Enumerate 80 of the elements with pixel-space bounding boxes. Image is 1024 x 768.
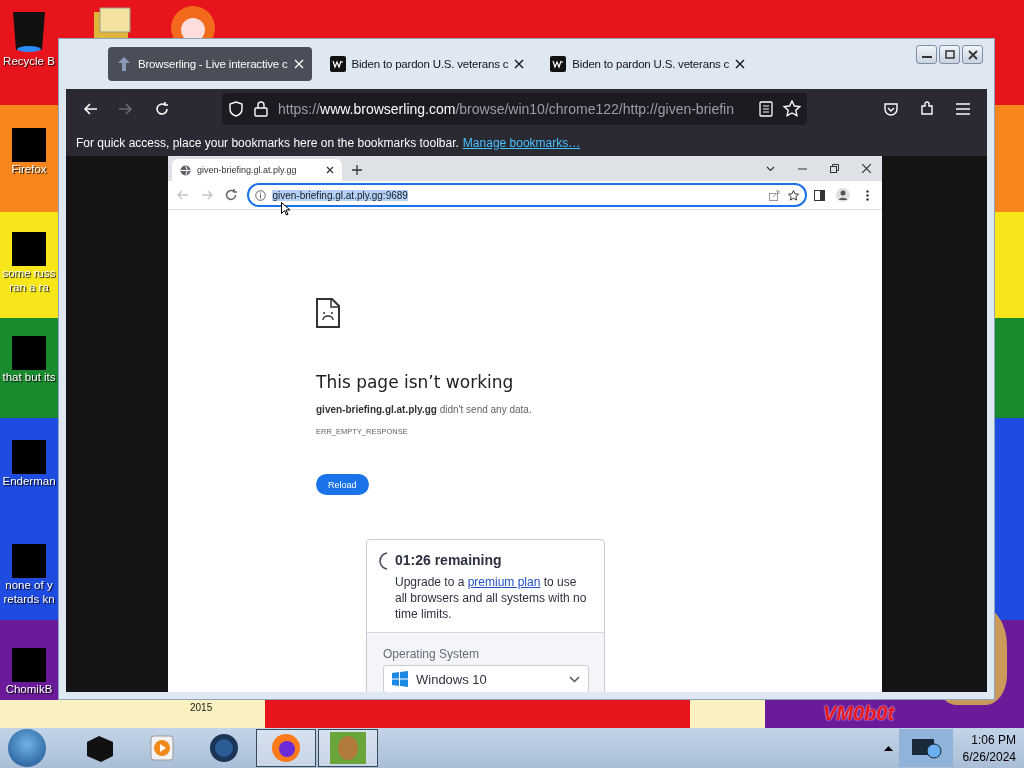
browser-tab[interactable]: Biden to pardon U.S. veterans c	[542, 47, 754, 81]
close-icon[interactable]	[735, 59, 746, 69]
clock-time[interactable]: 1:06 PM	[971, 732, 1016, 747]
desktop-icon-label[interactable]: retards kn	[3, 592, 55, 606]
address-bar[interactable]: https://www.browserling.com/browse/win10/chrome122/http://given-briefin	[222, 93, 807, 125]
network-button[interactable]	[898, 729, 953, 767]
reload-button[interactable]: Reload	[316, 474, 369, 495]
censor-block-icon	[12, 440, 46, 474]
desktop-icon-label[interactable]: Recycle B	[3, 54, 55, 68]
desktop-icon-label[interactable]: Enderman	[2, 474, 56, 488]
maximize-button[interactable]	[939, 45, 960, 64]
square-logo-icon	[329, 56, 346, 72]
taskbar-app-button[interactable]	[318, 729, 378, 767]
kebab-menu-icon	[865, 189, 869, 201]
premium-plan-link[interactable]: premium plan	[467, 575, 541, 589]
fox-globe-icon	[271, 733, 301, 763]
star-icon[interactable]	[787, 189, 799, 201]
info-icon	[255, 189, 267, 201]
manage-bookmarks-link[interactable]: Manage bookmarks…	[462, 135, 581, 150]
os-dropdown[interactable]: Windows 10	[383, 665, 589, 692]
box-icon	[85, 734, 115, 762]
share-icon[interactable]	[768, 189, 780, 201]
desktop-icon-label[interactable]: that but its	[2, 370, 56, 384]
error-heading: This page isn’t working	[316, 372, 514, 392]
square-logo-icon	[550, 56, 567, 72]
chevron-down-icon	[765, 165, 775, 172]
address-bar[interactable]: given-briefing.gl.at.ply.gg:9689	[247, 183, 807, 207]
url-text: given-briefing.gl.at.ply.gg:9689	[272, 189, 408, 201]
restore-icon	[829, 164, 839, 173]
windows-logo-icon	[392, 671, 408, 687]
censor-block-icon	[12, 232, 46, 266]
mouse-cursor-icon	[281, 202, 290, 216]
maximize-icon	[944, 50, 955, 59]
lock-icon	[254, 101, 268, 117]
os-label: Operating System	[383, 647, 481, 661]
wallpaper-text: 2015	[190, 702, 213, 715]
browser-tab[interactable]: given-briefing.gl.at.ply.gg	[172, 159, 342, 181]
forward-icon	[118, 101, 134, 117]
person-icon	[836, 188, 851, 202]
menu-icon	[955, 102, 971, 116]
browser-tab[interactable]: Biden to pardon U.S. veterans c	[321, 47, 533, 81]
arrow-logo-icon	[116, 56, 132, 72]
bookmarks-hint: For quick access, place your bookmarks here on the bookmarks toolbar.	[76, 135, 459, 150]
pocket-icon	[883, 101, 899, 117]
close-icon	[861, 164, 871, 173]
time-remaining: 01:26 remaining	[394, 552, 503, 568]
censor-block-icon	[12, 648, 46, 682]
chevron-down-icon	[569, 675, 580, 683]
taskbar-app-button[interactable]	[256, 729, 316, 767]
censor-block-icon	[12, 128, 46, 162]
close-icon[interactable]	[326, 166, 334, 174]
globe-icon	[180, 164, 191, 176]
browser-tab[interactable]: Browserling - Live interactive c	[108, 47, 312, 81]
puzzle-icon	[919, 101, 935, 117]
reload-icon	[154, 101, 170, 117]
back-icon	[82, 101, 98, 117]
plus-icon	[352, 165, 362, 175]
reader-view-icon[interactable]	[759, 101, 773, 117]
close-button[interactable]	[962, 45, 983, 64]
censor-block-icon	[12, 336, 46, 370]
clock-date[interactable]: 6/26/2024	[962, 749, 1016, 764]
close-icon	[967, 49, 978, 60]
minimize-button[interactable]	[916, 45, 937, 64]
globe-icon	[209, 733, 239, 763]
desktop-icon-label[interactable]: none of y	[5, 578, 53, 592]
close-icon[interactable]	[514, 59, 525, 69]
side-panel-icon	[814, 189, 825, 201]
censor-block-icon	[12, 544, 46, 578]
desktop-icon-label[interactable]: ChomikB	[5, 682, 53, 696]
sad-page-icon	[316, 298, 340, 328]
start-button[interactable]	[8, 729, 46, 767]
error-message: given-briefing.gl.at.ply.gg didn't send any data.	[316, 404, 532, 415]
hamster-box-icon	[330, 732, 366, 764]
wallpaper-text: VM0b0t	[823, 702, 895, 726]
shield-icon	[228, 101, 244, 117]
url-text: https://www.browserling.com/browse/win10/chrome122/http://given-briefin	[278, 101, 735, 117]
caret-up-icon[interactable]	[883, 745, 893, 751]
upgrade-text: Upgrade to a premium plan to use all browsers and all systems with no time limits.	[394, 574, 588, 622]
minimize-icon	[797, 167, 807, 170]
play-icon	[150, 735, 174, 761]
